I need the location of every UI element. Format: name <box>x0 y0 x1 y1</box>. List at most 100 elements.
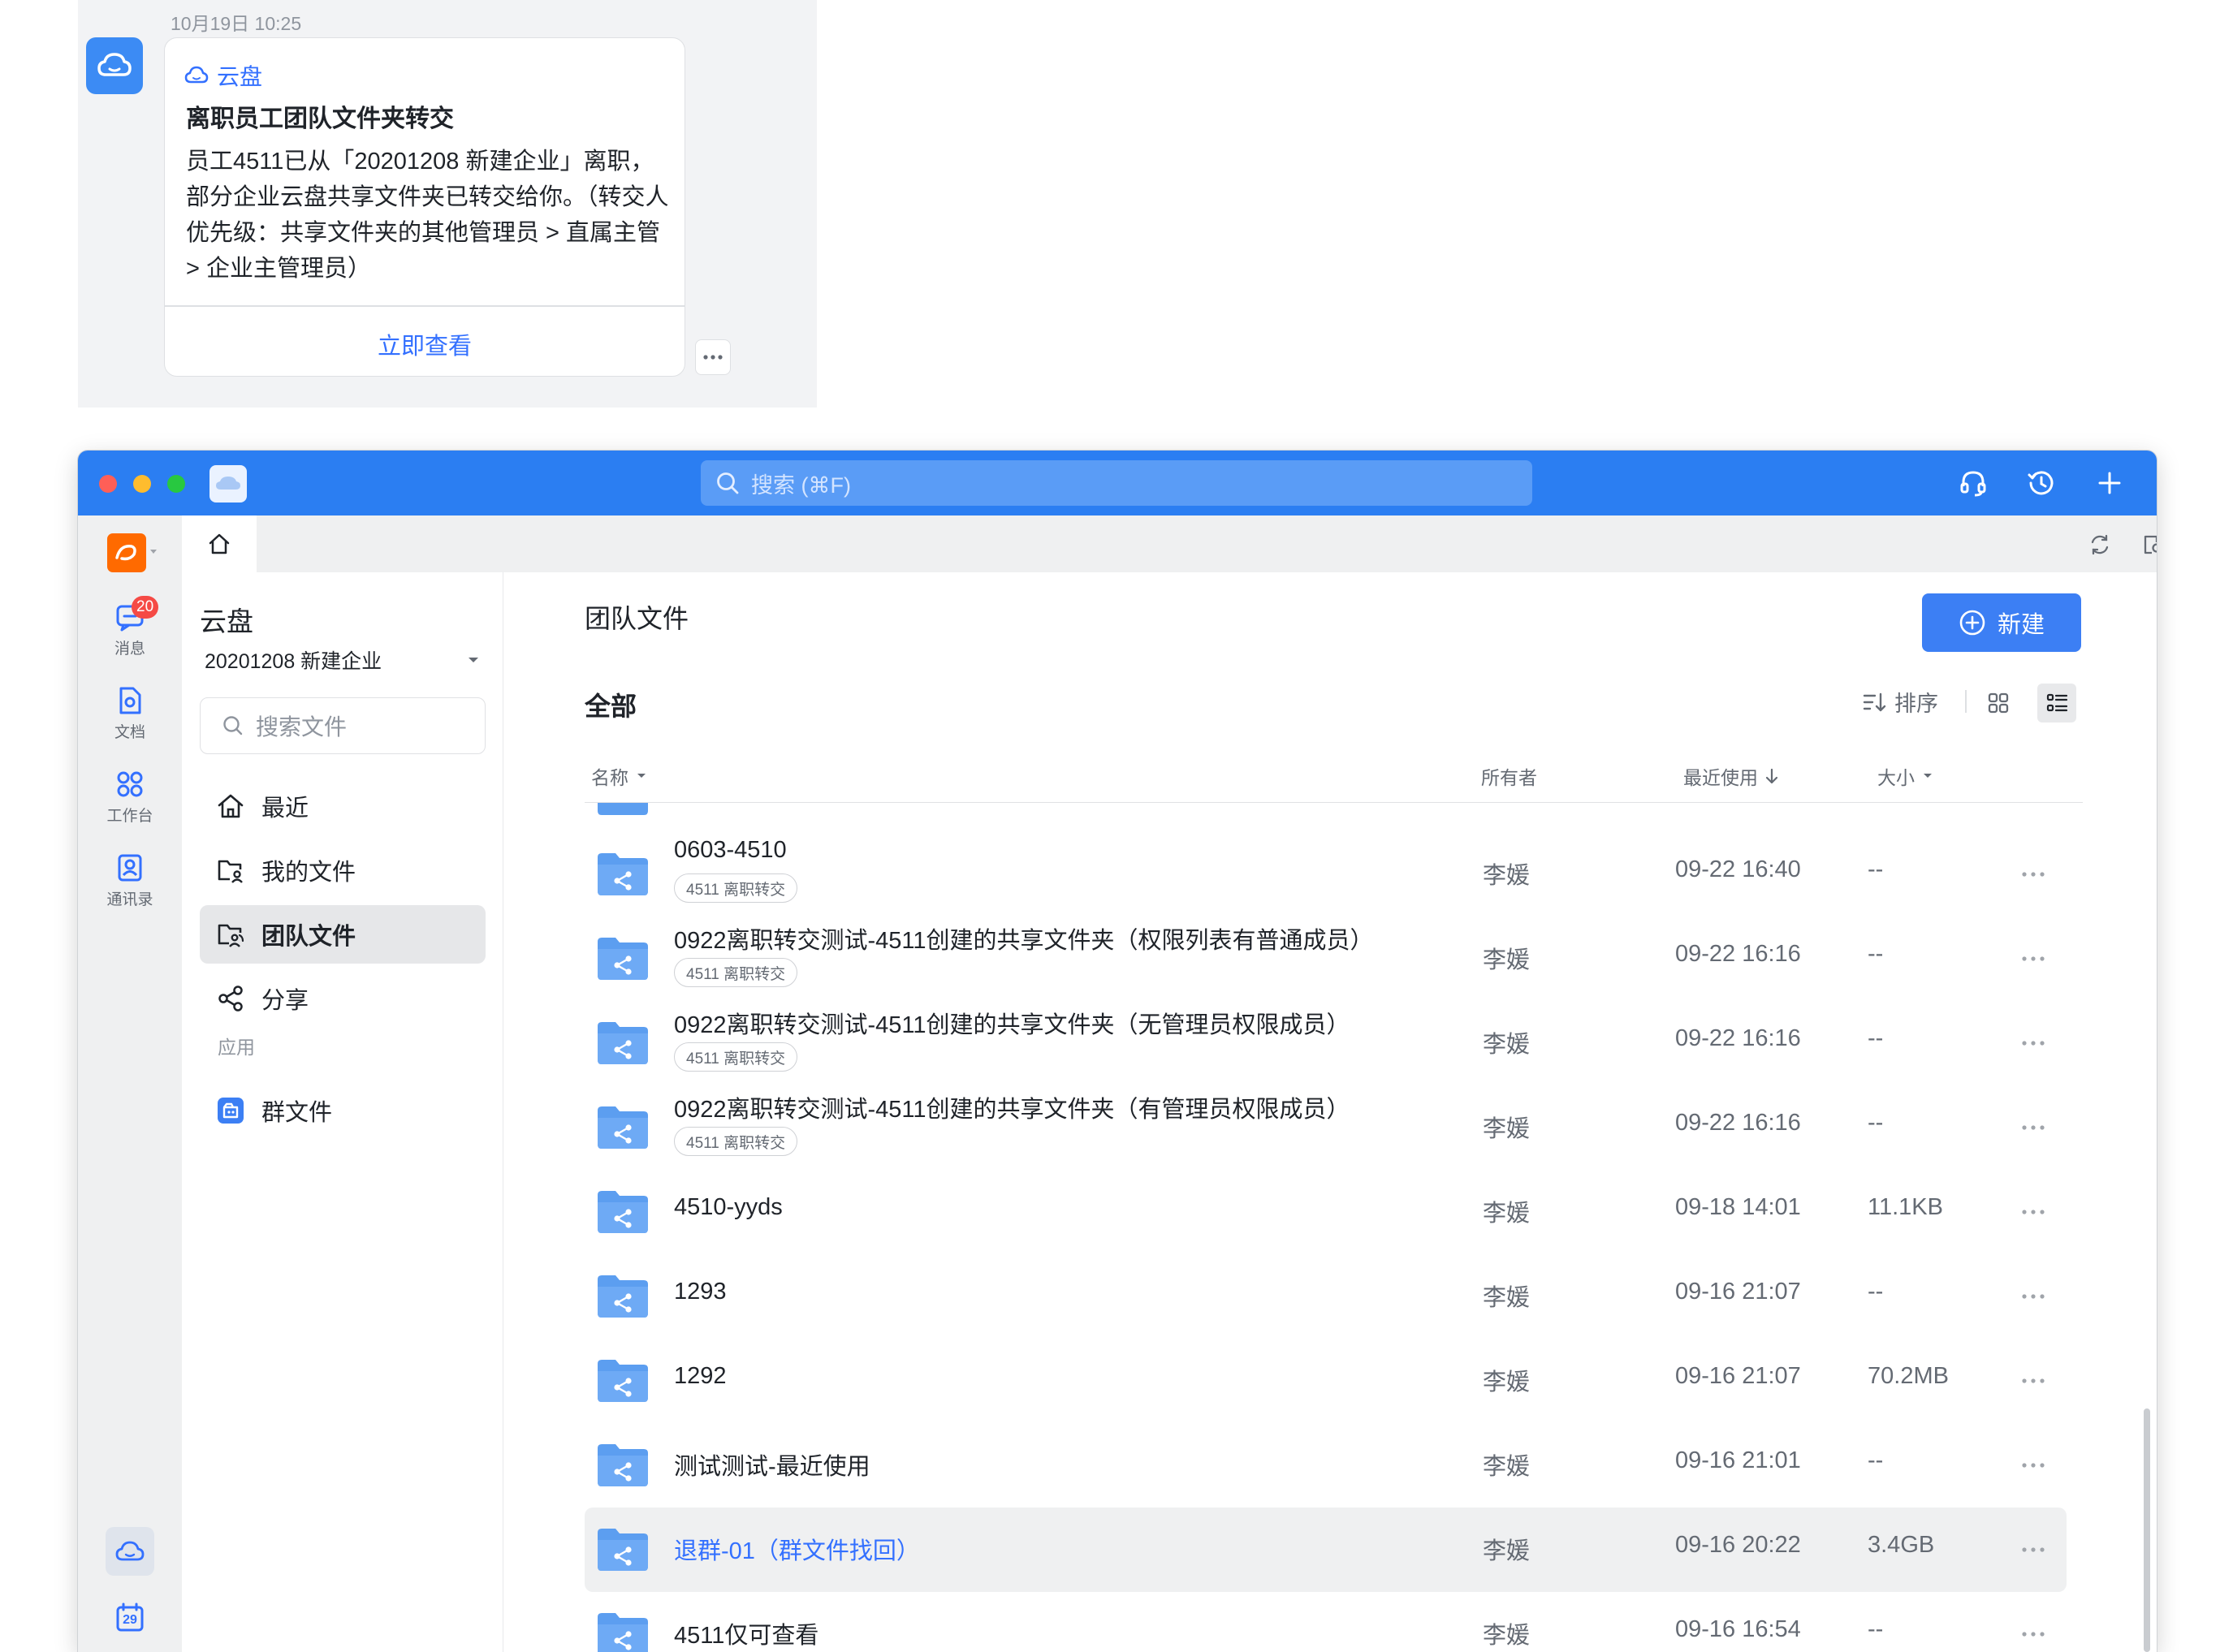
nav-group-files-label: 群文件 <box>261 1100 333 1126</box>
file-name[interactable]: 0922离职转交测试-4511创建的共享文件夹（权限列表有普通成员） <box>674 921 1374 955</box>
view-now-button[interactable]: 立即查看 <box>165 327 685 361</box>
file-name[interactable]: 1292 <box>674 1363 727 1390</box>
more-icon <box>2022 1378 2045 1383</box>
grid-view-button[interactable] <box>1979 684 2018 722</box>
row-more-button[interactable] <box>2017 1287 2049 1306</box>
home-tab[interactable] <box>182 515 257 572</box>
rail-contacts[interactable]: 通讯录 <box>78 852 182 909</box>
cloud-app-avatar[interactable] <box>86 37 143 94</box>
drive-sidebar: 云盘 20201208 新建企业 搜索文件 最近 我的文件 团队文件 分享 应用 <box>182 572 503 1652</box>
file-name[interactable]: 0603-4510 <box>674 837 787 864</box>
rail-cloud-drive[interactable] <box>106 1527 154 1576</box>
document-search-icon <box>2144 535 2157 554</box>
share-icon <box>218 986 243 1011</box>
add-button[interactable] <box>2093 467 2126 499</box>
nav-team-files[interactable]: 团队文件 <box>200 905 486 964</box>
file-recent-time: 09-22 16:16 <box>1675 1110 1801 1136</box>
row-more-button[interactable] <box>2017 1540 2049 1559</box>
file-size: -- <box>1868 1447 1884 1473</box>
file-owner: 李媛 <box>1483 1285 1531 1311</box>
table-row[interactable]: 退群-01（群文件找回） 李媛 09-16 20:22 3.4GB <box>585 1508 2067 1592</box>
file-name[interactable]: 4511仅可查看 <box>674 1616 818 1650</box>
table-row[interactable]: 0922离职转交测试-4511创建的共享文件夹（有管理员权限成员） 4511 离职… <box>585 1085 2067 1170</box>
column-recent[interactable]: 最近使用 <box>1683 762 1779 790</box>
rail-docs[interactable]: 文档 <box>78 684 182 742</box>
list-view-icon <box>2046 693 2068 712</box>
row-more-button[interactable] <box>2017 1624 2049 1644</box>
nav-share-label: 分享 <box>261 988 309 1014</box>
org-selector[interactable]: 20201208 新建企业 <box>205 645 481 675</box>
more-icon <box>2022 1125 2045 1130</box>
file-name[interactable]: 退群-01（群文件找回） <box>674 1532 920 1566</box>
search-icon <box>717 472 739 494</box>
minimize-window-button[interactable] <box>133 475 151 493</box>
refresh-button[interactable] <box>2085 530 2114 559</box>
file-size: 3.4GB <box>1868 1532 1935 1558</box>
history-button[interactable] <box>2025 467 2058 499</box>
table-row[interactable]: 4511仅可查看 李媛 09-16 16:54 -- <box>585 1592 2067 1652</box>
transfer-tag: 4511 离职转交 <box>674 958 798 987</box>
home-icon <box>209 533 230 554</box>
file-recent-time: 09-16 21:07 <box>1675 1363 1801 1389</box>
close-window-button[interactable] <box>99 475 117 493</box>
column-owner[interactable]: 所有者 <box>1481 762 1537 790</box>
column-name[interactable]: 名称 <box>591 762 648 790</box>
rail-messages[interactable]: 消息 20 <box>78 596 182 658</box>
table-row[interactable]: 0922离职转交测试-4511创建的共享文件夹（权限列表有普通成员） 4511 离… <box>585 917 2067 1001</box>
file-recent-time: 09-22 16:16 <box>1675 1025 1801 1051</box>
message-more-button[interactable] <box>695 339 731 375</box>
scrollbar[interactable] <box>2144 1408 2150 1652</box>
doc-search-button[interactable] <box>2138 530 2157 559</box>
maximize-window-button[interactable] <box>167 475 185 493</box>
customer-service-button[interactable] <box>1957 467 1989 499</box>
file-search-input[interactable]: 搜索文件 <box>200 697 486 754</box>
table-row[interactable]: 测试测试-最近使用 李媛 09-16 21:01 -- <box>585 1423 2067 1508</box>
new-button[interactable]: 新建 <box>1922 593 2081 652</box>
caret-down-icon <box>469 658 478 662</box>
calendar-day: 29 <box>123 1613 137 1627</box>
file-name[interactable]: 4510-yyds <box>674 1194 783 1221</box>
table-row[interactable]: 0603-4510 4511 离职转交 李媛 09-22 16:40 -- <box>585 832 2067 917</box>
rail-calendar[interactable]: 29 <box>114 1602 146 1634</box>
file-owner: 李媛 <box>1483 863 1531 889</box>
nav-group-files[interactable]: 群文件 <box>200 1081 486 1140</box>
cloud-drive-window: 搜索 (⌘F) 消息 20 文档 工作台 通讯录 29 云盘 20201208 … <box>78 451 2157 1652</box>
row-more-button[interactable] <box>2017 865 2049 884</box>
message-card: 云盘 离职员工团队文件夹转交 员工4511已从「20201208 新建企业」离职… <box>164 37 685 377</box>
column-size-label: 大小 <box>1877 767 1915 788</box>
rail-workbench[interactable]: 工作台 <box>78 768 182 826</box>
file-recent-time: 09-16 16:54 <box>1675 1616 1801 1642</box>
org-switcher[interactable] <box>107 533 158 572</box>
sort-button[interactable]: 排序 <box>1862 686 1938 718</box>
row-more-button[interactable] <box>2017 1371 2049 1391</box>
file-name[interactable]: 1293 <box>674 1279 727 1305</box>
list-view-button[interactable] <box>2037 684 2076 722</box>
shared-folder-icon <box>598 1191 648 1233</box>
shared-folder-icon <box>598 1444 648 1486</box>
refresh-icon <box>2091 534 2109 555</box>
document-icon <box>119 687 141 714</box>
row-more-button[interactable] <box>2017 1033 2049 1053</box>
file-owner: 李媛 <box>1483 1623 1531 1649</box>
new-button-label: 新建 <box>1997 612 2045 638</box>
nav-my-files[interactable]: 我的文件 <box>200 841 486 899</box>
row-more-button[interactable] <box>2017 1456 2049 1475</box>
file-name[interactable]: 0922离职转交测试-4511创建的共享文件夹（有管理员权限成员） <box>674 1090 1350 1124</box>
column-size[interactable]: 大小 <box>1877 762 1934 790</box>
file-name[interactable]: 0922离职转交测试-4511创建的共享文件夹（无管理员权限成员） <box>674 1006 1350 1040</box>
nav-recent[interactable]: 最近 <box>200 777 486 835</box>
table-row[interactable]: 1293 李媛 09-16 21:07 -- <box>585 1254 2067 1339</box>
row-more-button[interactable] <box>2017 1202 2049 1222</box>
file-name[interactable]: 测试测试-最近使用 <box>674 1447 870 1482</box>
table-row[interactable]: 1292 李媛 09-16 21:07 70.2MB <box>585 1339 2067 1423</box>
apps-grid-icon <box>117 771 143 797</box>
global-search-bar[interactable]: 搜索 (⌘F) <box>701 460 1532 506</box>
row-more-button[interactable] <box>2017 949 2049 968</box>
row-more-button[interactable] <box>2017 1118 2049 1137</box>
file-owner: 李媛 <box>1483 1201 1531 1227</box>
file-owner: 李媛 <box>1483 1116 1531 1142</box>
table-row[interactable]: 4510-yyds 李媛 09-18 14:01 11.1KB <box>585 1170 2067 1254</box>
app-logo[interactable] <box>209 465 247 503</box>
table-row[interactable]: 0922离职转交测试-4511创建的共享文件夹（无管理员权限成员） 4511 离职… <box>585 1001 2067 1085</box>
nav-share[interactable]: 分享 <box>200 969 486 1028</box>
